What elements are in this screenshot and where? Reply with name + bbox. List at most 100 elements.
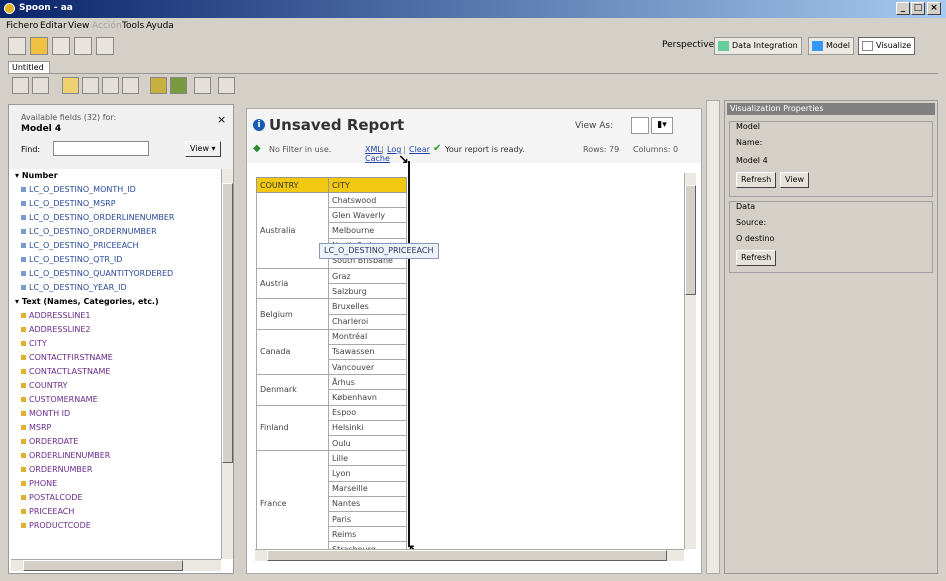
report-icon[interactable]: [62, 77, 79, 94]
field-item[interactable]: LC_O_DESTINO_QTR_ID: [21, 253, 122, 267]
sort-icon[interactable]: [150, 77, 167, 94]
minimize-button[interactable]: _: [896, 2, 910, 15]
city-cell[interactable]: Montréal: [328, 328, 407, 345]
report-hscroll-thumb[interactable]: [267, 550, 667, 561]
field-item[interactable]: LC_O_DESTINO_PRICEEACH: [21, 239, 139, 253]
model-refresh-button[interactable]: Refresh: [736, 172, 777, 188]
field-item[interactable]: LC_O_DESTINO_YEAR_ID: [21, 281, 127, 295]
column-header-country[interactable]: COUNTRY: [256, 177, 329, 193]
field-item[interactable]: ORDERDATE: [21, 435, 78, 449]
collapse-icon[interactable]: ▾: [15, 297, 22, 306]
field-item[interactable]: CONTACTFIRSTNAME: [21, 351, 113, 365]
country-cell[interactable]: Finland: [256, 404, 329, 452]
field-item[interactable]: MSRP: [21, 421, 51, 435]
collapse-icon[interactable]: ▾: [15, 171, 22, 180]
fields-horizontal-scrollbar[interactable]: [11, 559, 221, 571]
city-cell[interactable]: Paris: [328, 510, 407, 528]
field-item[interactable]: CONTACTLASTNAME: [21, 365, 110, 379]
city-cell[interactable]: Chatswood: [328, 191, 407, 209]
table-icon[interactable]: [82, 77, 99, 94]
field-item[interactable]: ORDERNUMBER: [21, 463, 92, 477]
country-cell[interactable]: Belgium: [256, 298, 329, 330]
maximize-button[interactable]: □: [911, 2, 925, 15]
field-item[interactable]: ORDERLINENUMBER: [21, 449, 110, 463]
clear-link[interactable]: Clear: [409, 145, 430, 154]
field-item[interactable]: LC_O_DESTINO_QUANTITYORDERED: [21, 267, 173, 281]
city-cell[interactable]: Marseille: [328, 480, 407, 497]
field-item[interactable]: ADDRESSLINE2: [21, 323, 91, 337]
field-item[interactable]: PRODUCTCODE: [21, 519, 91, 533]
menu-view[interactable]: View: [68, 21, 89, 31]
report-vertical-scrollbar[interactable]: [684, 173, 696, 549]
undo-icon[interactable]: [12, 77, 29, 94]
crosstab-icon[interactable]: [102, 77, 119, 94]
city-cell[interactable]: Tsawassen: [328, 343, 407, 361]
city-cell[interactable]: København: [328, 389, 407, 406]
report-scroll-thumb[interactable]: [685, 185, 696, 295]
save-icon[interactable]: [52, 37, 70, 55]
city-cell[interactable]: Bruxelles: [328, 298, 407, 315]
redo-icon[interactable]: [32, 77, 49, 94]
field-item[interactable]: CUSTOMERNAME: [21, 393, 98, 407]
country-cell[interactable]: Australia: [256, 192, 329, 269]
print-icon[interactable]: [96, 37, 114, 55]
menu-tools[interactable]: Tools: [122, 21, 144, 31]
field-item[interactable]: MONTH ID: [21, 407, 70, 421]
field-item[interactable]: COUNTRY: [21, 379, 68, 393]
perspective-visualize-button[interactable]: Visualize: [858, 37, 916, 55]
city-cell[interactable]: Reims: [328, 526, 407, 543]
refresh-icon[interactable]: [218, 77, 235, 94]
country-cell[interactable]: Denmark: [256, 374, 329, 406]
field-item[interactable]: LC_O_DESTINO_MONTH_ID: [21, 183, 136, 197]
field-item[interactable]: LC_O_DESTINO_ORDERNUMBER: [21, 225, 157, 239]
perspective-model-button[interactable]: Model: [808, 37, 855, 55]
city-cell[interactable]: Graz: [328, 267, 407, 285]
field-item[interactable]: LC_O_DESTINO_MSRP: [21, 197, 116, 211]
data-refresh-button[interactable]: Refresh: [736, 250, 777, 266]
city-cell[interactable]: Charleroi: [328, 313, 407, 330]
menu-editar[interactable]: Editar: [40, 21, 67, 31]
fields-vertical-scrollbar[interactable]: [221, 169, 233, 559]
menu-accion[interactable]: Acción: [92, 21, 122, 31]
city-cell[interactable]: Nantes: [328, 495, 407, 512]
chart-icon[interactable]: [122, 77, 139, 94]
chart-view-button[interactable]: ▮▾: [651, 117, 673, 134]
open-folder-icon[interactable]: [30, 37, 48, 55]
close-window-button[interactable]: ×: [927, 2, 941, 15]
filter-icon[interactable]: [170, 77, 187, 94]
city-cell[interactable]: Oulu: [328, 434, 407, 452]
cache-link[interactable]: Cache: [365, 154, 390, 163]
country-cell[interactable]: France: [256, 450, 329, 558]
city-cell[interactable]: Århus: [328, 374, 407, 391]
city-cell[interactable]: Espoo: [328, 404, 407, 421]
fields-scroll-thumb[interactable]: [222, 183, 233, 463]
country-cell[interactable]: Canada: [256, 328, 329, 376]
outer-scrollbar[interactable]: [706, 100, 720, 574]
field-item[interactable]: CITY: [21, 337, 47, 351]
new-file-icon[interactable]: [8, 37, 26, 55]
table-view-button[interactable]: [631, 117, 649, 134]
field-item[interactable]: ADDRESSLINE1: [21, 309, 91, 323]
city-cell[interactable]: Lille: [328, 450, 407, 467]
layout-icon[interactable]: [194, 77, 211, 94]
perspective-data-integration-button[interactable]: Data Integration: [714, 37, 802, 55]
menu-fichero[interactable]: Fichero: [6, 21, 38, 31]
city-cell[interactable]: Helsinki: [328, 419, 407, 437]
field-item[interactable]: PRICEEACH: [21, 505, 74, 519]
city-cell[interactable]: Vancouver: [328, 359, 407, 376]
view-dropdown-button[interactable]: View ▾: [185, 141, 221, 157]
find-input[interactable]: [53, 141, 149, 156]
report-horizontal-scrollbar[interactable]: [255, 549, 684, 561]
city-cell[interactable]: Salzburg: [328, 283, 407, 300]
city-cell[interactable]: Glen Waverly: [328, 207, 407, 224]
city-cell[interactable]: Lyon: [328, 465, 407, 482]
fields-hscroll-thumb[interactable]: [23, 560, 183, 571]
field-group-header[interactable]: ▾ Number: [15, 169, 58, 183]
field-item[interactable]: PHONE: [21, 477, 57, 491]
column-header-city[interactable]: CITY: [328, 177, 407, 193]
menu-ayuda[interactable]: Ayuda: [146, 21, 174, 31]
field-item[interactable]: LC_O_DESTINO_ORDERLINENUMBER: [21, 211, 175, 225]
country-cell[interactable]: Austria: [256, 267, 329, 300]
field-group-header[interactable]: ▾ Text (Names, Categories, etc.): [15, 295, 159, 309]
fields-panel-close-icon[interactable]: ×: [217, 113, 226, 126]
